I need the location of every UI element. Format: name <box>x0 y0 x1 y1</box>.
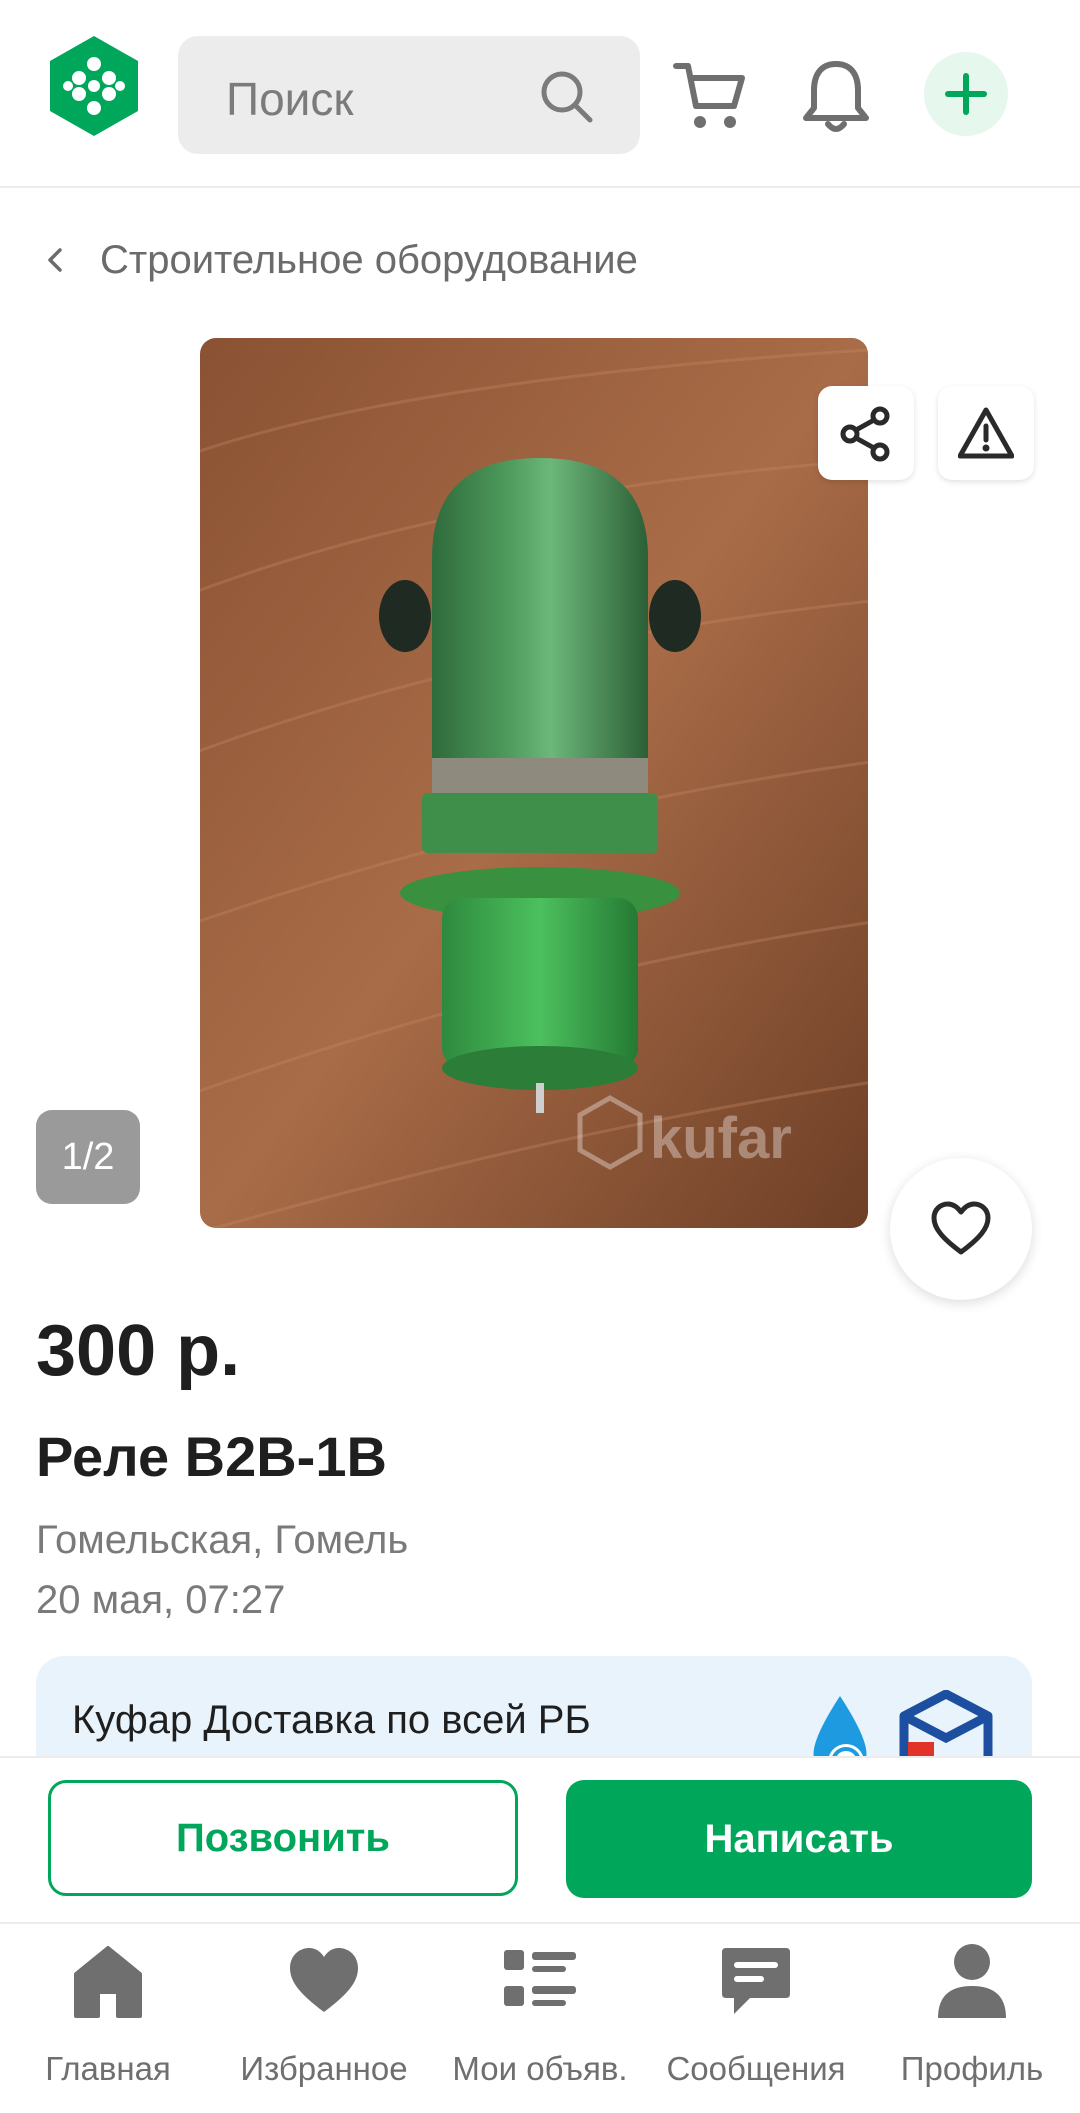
plus-icon <box>945 73 987 115</box>
nav-label-profile: Профиль <box>900 2050 1044 2087</box>
nav-label-my-ads: Мои объяв. <box>452 2050 628 2087</box>
bell-icon[interactable] <box>798 56 874 136</box>
favorite-button[interactable] <box>890 1158 1032 1300</box>
heart-icon <box>290 1948 358 2012</box>
report-button[interactable] <box>938 386 1034 480</box>
kufar-logo[interactable] <box>46 34 142 138</box>
add-listing-button[interactable] <box>924 52 1008 136</box>
nav-item-messages[interactable]: Сообщения <box>648 1942 864 2102</box>
delivery-text: Куфар Доставка по всей РБ <box>72 1698 591 1742</box>
search-input[interactable]: Поиск <box>178 36 640 154</box>
nav-label-favorites: Избранное <box>240 2050 408 2087</box>
nav-item-my-ads[interactable]: Мои объяв. <box>432 1942 648 2102</box>
bottom-navigation: Главная Избранное Мои объяв. Сообщения П… <box>0 1922 1080 2113</box>
chat-icon <box>722 1948 790 2014</box>
listing-price: 300 р. <box>36 1311 241 1391</box>
photo-counter: 1/2 <box>36 1110 140 1204</box>
nav-label-messages: Сообщения <box>666 2050 846 2087</box>
top-bar: Поиск <box>0 0 1080 188</box>
breadcrumb[interactable]: Строительное оборудование <box>36 228 638 292</box>
nav-item-favorites[interactable]: Избранное <box>216 1942 432 2102</box>
heart-outline-icon <box>931 1201 991 1255</box>
listing-photo[interactable]: kufar <box>200 338 868 1228</box>
home-icon <box>74 1946 142 2018</box>
nav-label-home: Главная <box>45 2050 171 2087</box>
nav-item-profile[interactable]: Профиль <box>864 1942 1080 2102</box>
share-icon <box>840 406 890 462</box>
cart-icon[interactable] <box>672 58 748 134</box>
contact-bar: Позвонить Написать <box>0 1756 1080 1924</box>
listing-date: 20 мая, 07:27 <box>36 1578 286 1622</box>
svg-text:kufar: kufar <box>650 1106 792 1171</box>
warning-icon <box>958 407 1014 459</box>
breadcrumb-category[interactable]: Строительное оборудование <box>100 238 638 283</box>
list-icon <box>504 1950 576 2006</box>
search-icon[interactable] <box>538 68 594 124</box>
search-placeholder: Поиск <box>226 73 354 125</box>
listing-location: Гомельская, Гомель <box>36 1518 409 1562</box>
write-message-button[interactable]: Написать <box>566 1780 1032 1898</box>
listing-title: Реле В2В-1В <box>36 1425 387 1488</box>
chevron-left-icon[interactable] <box>36 240 76 280</box>
call-button[interactable]: Позвонить <box>48 1780 518 1896</box>
person-icon <box>938 1944 1006 2018</box>
share-button[interactable] <box>818 386 914 480</box>
nav-item-home[interactable]: Главная <box>0 1942 216 2102</box>
